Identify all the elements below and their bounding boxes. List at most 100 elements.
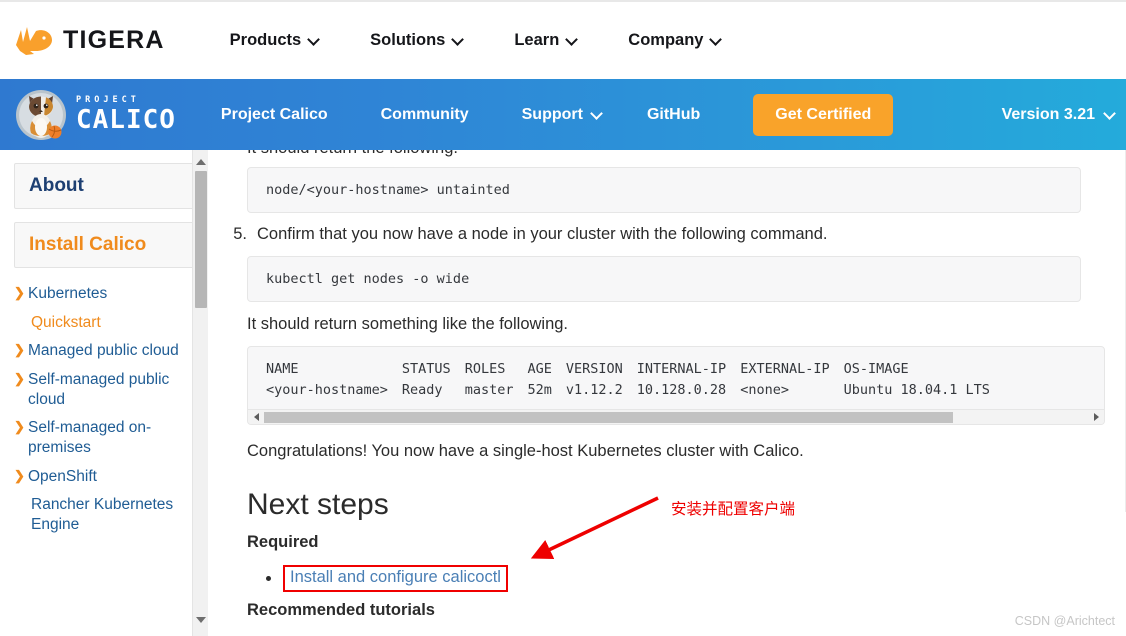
chevron-down-icon	[711, 35, 722, 46]
table-header-status: STATUS	[401, 361, 451, 377]
bullet-icon	[266, 576, 271, 581]
tigera-nav-solutions-label: Solutions	[370, 31, 446, 49]
table-cell-status: Ready	[401, 381, 443, 398]
tigera-logo[interactable]: TIGERA	[14, 24, 165, 58]
main-content: It should return the following. node/<yo…	[225, 150, 1115, 636]
sidebar-item-openshift[interactable]: ❯ OpenShift	[14, 467, 208, 487]
chevron-down-icon	[592, 109, 603, 120]
clipped-intro-text: It should return the following.	[247, 150, 458, 158]
sidebar-item-quickstart[interactable]: Quickstart	[14, 313, 208, 333]
csdn-watermark: CSDN @Arichtect	[1014, 614, 1115, 628]
required-subheading: Required	[247, 533, 319, 551]
tigera-nav-solutions[interactable]: Solutions	[370, 31, 464, 50]
docs-sidebar: About Install Calico ❯ Kubernetes Quicks…	[0, 150, 208, 636]
chevron-down-icon	[567, 35, 578, 46]
table-header-version: VERSION	[565, 361, 623, 377]
table-cell-age: 52m	[527, 381, 552, 398]
congratulations-text: Congratulations! You now have a single-h…	[247, 442, 804, 460]
sidebar-item-kubernetes[interactable]: ❯ Kubernetes	[14, 284, 208, 304]
chevron-down-icon	[1105, 109, 1116, 120]
get-certified-button[interactable]: Get Certified	[753, 93, 894, 136]
calico-nav-project-calico[interactable]: Project Calico	[221, 106, 337, 124]
recommended-tutorials-subheading: Recommended tutorials	[247, 601, 435, 619]
calico-logo-kicker: PROJECT	[76, 95, 140, 106]
table-row: <your-hostname> Ready master 52m v1.12.2…	[266, 380, 1004, 401]
annotation-text: 安装并配置客户端	[671, 500, 796, 518]
calico-cat-icon	[16, 89, 66, 140]
table-cell-internal-ip: 10.128.0.28	[636, 381, 727, 398]
tigera-nav: Products Solutions Learn Company	[230, 31, 773, 50]
sidebar-item-quickstart-label: Quickstart	[31, 313, 101, 331]
caret-right-icon: ❯	[14, 467, 25, 483]
caret-right-icon: ❯	[14, 371, 25, 387]
return-description-text: It should return something like the foll…	[247, 315, 569, 333]
table-scrollbar-thumb[interactable]	[264, 411, 953, 423]
calico-nav-github[interactable]: GitHub	[647, 106, 709, 124]
step-5-number: 5.	[233, 225, 247, 243]
tigera-wordmark: TIGERA	[63, 26, 165, 54]
sidebar-scrollbar-thumb[interactable]	[195, 171, 207, 308]
calico-nav-project-calico-label: Project Calico	[220, 105, 328, 123]
calico-nav-support[interactable]: Support	[522, 106, 603, 124]
sidebar-box-install-calico[interactable]: Install Calico	[14, 222, 198, 268]
sidebar-item-self-managed-public-cloud-label: Self-managed public cloud	[28, 371, 170, 408]
sidebar-item-self-managed-public-cloud[interactable]: ❯ Self-managed public cloud	[14, 370, 208, 409]
table-header-age: AGE	[527, 361, 552, 377]
table-cell-external-ip: <none>	[740, 381, 789, 398]
table-cell-name: <your-hostname>	[266, 381, 388, 398]
tigera-nav-company[interactable]: Company	[628, 31, 722, 50]
calico-nav-github-label: GitHub	[646, 105, 701, 123]
calico-nav-support-label: Support	[521, 105, 583, 123]
sidebar-item-self-managed-on-premises-label: Self-managed on-premises	[28, 419, 152, 457]
calico-nav: Project Calico Community Support GitHub …	[221, 93, 894, 136]
code-block-get-nodes[interactable]: kubectl get nodes -o wide	[247, 256, 1081, 302]
calico-nav-community-label: Community	[380, 105, 469, 123]
tigera-nav-products[interactable]: Products	[230, 31, 321, 50]
calico-logo[interactable]: PROJECT CALICO	[14, 88, 176, 142]
sidebar-item-kubernetes-label: Kubernetes	[28, 285, 108, 302]
kubectl-output-block: NAME STATUS ROLES AGE VERSION INTERNAL-I…	[247, 346, 1105, 425]
chevron-down-icon	[309, 35, 320, 46]
tigera-nav-products-label: Products	[229, 31, 302, 49]
code-block-untainted[interactable]: node/<your-hostname> untainted	[247, 167, 1081, 213]
sidebar-tree: ❯ Kubernetes Quickstart ❯ Managed public…	[14, 284, 208, 535]
scroll-right-arrow-icon[interactable]	[1089, 410, 1103, 424]
sidebar-item-managed-public-cloud-label: Managed public cloud	[28, 342, 179, 360]
sidebar-item-rancher-kubernetes-engine[interactable]: Rancher Kubernetes Engine	[14, 495, 208, 534]
tigera-top-bar: TIGERA Products Solutions Learn Company	[0, 0, 1126, 79]
install-configure-calicoctl-link[interactable]: Install and configure calicoctl	[283, 565, 508, 592]
caret-right-icon: ❯	[14, 342, 25, 358]
tigera-nav-learn[interactable]: Learn	[514, 31, 578, 50]
table-cell-version: v1.12.2	[565, 381, 623, 398]
caret-right-icon: ❯	[14, 419, 25, 435]
sidebar-item-rancher-kubernetes-engine-label: Rancher Kubernetes Engine	[31, 496, 174, 534]
table-header-roles: ROLES	[464, 361, 506, 377]
required-list-item: Install and configure calicoctl	[247, 565, 508, 592]
version-selector[interactable]: Version 3.21	[1002, 106, 1116, 124]
table-header-name: NAME	[266, 361, 299, 377]
page-root: TIGERA Products Solutions Learn Company	[0, 0, 1126, 636]
calico-logo-name: CALICO	[76, 104, 176, 135]
table-cell-roles: master	[464, 381, 514, 398]
table-horizontal-scrollbar[interactable]	[248, 408, 1104, 424]
calico-nav-bar: PROJECT CALICO Project Calico Community …	[0, 79, 1126, 150]
tigera-nav-company-label: Company	[628, 31, 704, 49]
tigera-tiger-icon	[16, 26, 52, 55]
step-5-text: Confirm that you now have a node in your…	[257, 225, 828, 243]
sidebar-item-managed-public-cloud[interactable]: ❯ Managed public cloud	[14, 341, 208, 361]
scroll-down-arrow-icon[interactable]	[193, 612, 208, 628]
next-steps-heading: Next steps	[247, 488, 389, 521]
version-selector-label: Version 3.21	[1001, 105, 1095, 123]
step-5: 5. Confirm that you now have a node in y…	[225, 223, 1085, 245]
calico-nav-community[interactable]: Community	[381, 106, 478, 124]
calico-wordmark: PROJECT CALICO	[76, 96, 176, 133]
sidebar-item-self-managed-on-premises[interactable]: ❯ Self-managed on-premises	[14, 418, 208, 457]
scroll-left-arrow-icon[interactable]	[249, 410, 263, 424]
scroll-up-arrow-icon[interactable]	[193, 154, 208, 170]
sidebar-box-about[interactable]: About	[14, 163, 198, 209]
sidebar-scrollbar[interactable]	[192, 150, 208, 636]
chevron-down-icon	[453, 35, 464, 46]
table-header-external-ip: EXTERNAL-IP	[740, 361, 830, 377]
kubectl-nodes-table: NAME STATUS ROLES AGE VERSION INTERNAL-I…	[266, 359, 1004, 401]
table-header-row: NAME STATUS ROLES AGE VERSION INTERNAL-I…	[266, 359, 1004, 380]
